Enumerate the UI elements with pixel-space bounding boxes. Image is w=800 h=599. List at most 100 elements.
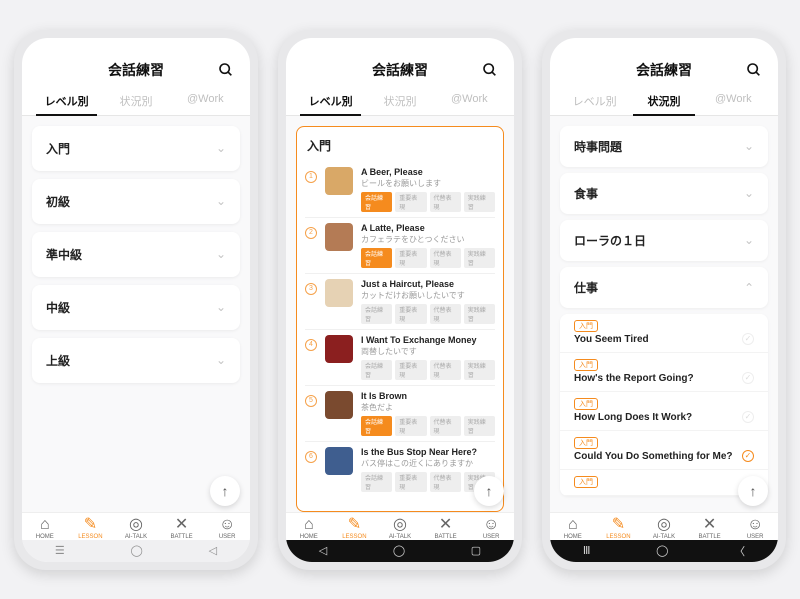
lesson-row[interactable]: 1A Beer, Pleaseビールをお願いします会話練習重要表現代替表現実践練… [305,162,495,217]
tab-level[interactable]: レベル別 [560,86,629,115]
phone-3: 会話練習 レベル別 状況別 @Work 時事問題⌄ 食事⌄ ローラの１日⌄ 仕事… [542,30,786,570]
home-nav-icon[interactable]: ◯ [393,544,405,557]
level-row[interactable]: 準中級⌄ [32,232,240,277]
lesson-number-badge: 4 [305,339,317,351]
nav-aitalk[interactable]: ◎AI-TALK [377,517,423,540]
user-icon: ☺ [747,517,763,533]
tag-alt-expr: 代替表現 [430,304,461,324]
android-nav-bar: ☰ ◯ ◁ [22,540,250,562]
level-row[interactable]: 中級⌄ [32,285,240,330]
tab-bar: レベル別 状況別 @Work [286,86,514,116]
home-nav-icon[interactable]: ◯ [131,544,143,557]
tag-alt-expr: 代替表現 [430,472,461,492]
nav-lesson[interactable]: ✎LESSON [332,517,378,540]
tab-work[interactable]: @Work [171,86,240,115]
search-icon[interactable] [216,60,236,80]
level-row[interactable]: 初級⌄ [32,179,240,224]
sub-level-badge: 入門 [574,320,598,332]
level-row[interactable]: 上級⌄ [32,338,240,383]
nav-user[interactable]: ☺USER [468,517,514,540]
level-label: 初級 [46,193,70,210]
tab-work[interactable]: @Work [699,86,768,115]
battle-icon: ✕ [175,517,188,533]
tag-key-expr: 重要表現 [395,360,426,380]
tab-level[interactable]: レベル別 [32,86,101,115]
search-icon[interactable] [744,60,764,80]
tab-situation[interactable]: 状況別 [101,86,170,115]
category-row-expanded[interactable]: 仕事⌄ [560,267,768,308]
lesson-subitem[interactable]: 入門How Long Does It Work?✓ [560,392,768,431]
android-nav-bar: ◁ ◯ ▢ [286,540,514,562]
search-icon[interactable] [480,60,500,80]
home-nav-icon[interactable]: ◯ [656,544,668,557]
recent-apps-icon[interactable]: Ⅲ [583,544,591,557]
lesson-tags: 会話練習重要表現代替表現実践練習 [361,416,495,436]
back-nav-icon[interactable]: ◁ [209,544,217,557]
battle-icon: ✕ [703,517,716,533]
nav-user[interactable]: ☺USER [204,517,250,540]
tag-conversation: 会話練習 [361,248,392,268]
lesson-subitem[interactable]: 入門 [560,470,768,496]
nav-home[interactable]: ⌂HOME [550,517,596,540]
nav-lesson[interactable]: ✎LESSON [596,517,642,540]
nav-aitalk[interactable]: ◎AI-TALK [113,517,159,540]
sub-title: How Long Does It Work? [574,412,692,423]
lesson-row[interactable]: 2A Latte, Pleaseカフェラテをひとつください会話練習重要表現代替表… [305,217,495,273]
nav-battle[interactable]: ✕BATTLE [423,517,469,540]
aitalk-icon: ◎ [657,517,671,533]
nav-battle[interactable]: ✕BATTLE [159,517,205,540]
recent-apps-icon[interactable]: ▢ [471,544,481,557]
phone-1: 会話練習 レベル別 状況別 @Work 入門⌄ 初級⌄ 準中級⌄ 中級⌄ 上級⌄… [14,30,258,570]
scroll-top-button[interactable]: ↑ [474,476,504,506]
app-header: 会話練習 [22,54,250,86]
tab-bar: レベル別 状況別 @Work [22,86,250,116]
lesson-row[interactable]: 6Is the Bus Stop Near Here?バス停はこの近くにあります… [305,441,495,497]
lesson-subitem[interactable]: 入門Could You Do Something for Me?✓ [560,431,768,470]
category-row[interactable]: 時事問題⌄ [560,126,768,167]
lesson-title-jp: 両替したいです [361,346,495,357]
nav-home[interactable]: ⌂HOME [22,517,68,540]
lesson-row[interactable]: 4I Want To Exchange Money両替したいです会話練習重要表現… [305,329,495,385]
recent-apps-icon[interactable]: ☰ [55,544,65,557]
lesson-icon: ✎ [612,517,625,533]
level-row[interactable]: 入門⌄ [32,126,240,171]
nav-user[interactable]: ☺USER [732,517,778,540]
lesson-row[interactable]: 5It Is Brown茶色だよ会話練習重要表現代替表現実践練習 [305,385,495,441]
sub-level-badge: 入門 [574,359,598,371]
android-nav-bar: Ⅲ ◯ 〈 [550,540,778,562]
nav-home[interactable]: ⌂HOME [286,517,332,540]
nav-battle[interactable]: ✕BATTLE [687,517,733,540]
content-area: 時事問題⌄ 食事⌄ ローラの１日⌄ 仕事⌄ 入門You Seem Tired✓入… [550,116,778,512]
tag-practice: 実践練習 [464,416,495,436]
lesson-title-en: A Beer, Please [361,167,495,177]
bottom-nav: ⌂HOME ✎LESSON ◎AI-TALK ✕BATTLE ☺USER [286,512,514,540]
home-icon: ⌂ [40,517,50,533]
lesson-thumbnail [325,335,353,363]
lesson-title-jp: ビールをお願いします [361,178,495,189]
lesson-panel: 入門 1A Beer, Pleaseビールをお願いします会話練習重要表現代替表現… [296,126,504,512]
chevron-down-icon: ⌄ [216,300,226,314]
lesson-icon: ✎ [348,517,361,533]
sub-title: You Seem Tired [574,334,649,345]
lesson-title-en: Is the Bus Stop Near Here? [361,447,495,457]
status-bar [22,38,250,54]
tab-situation[interactable]: 状況別 [629,86,698,115]
lesson-subitem[interactable]: 入門How's the Report Going?✓ [560,353,768,392]
lesson-subitem[interactable]: 入門You Seem Tired✓ [560,314,768,353]
back-nav-icon[interactable]: 〈 [734,543,745,559]
tab-situation[interactable]: 状況別 [365,86,434,115]
lesson-row[interactable]: 3Just a Haircut, Pleaseカットだけお願いしたいです会話練習… [305,273,495,329]
back-nav-icon[interactable]: ◁ [319,544,327,557]
lesson-tags: 会話練習重要表現代替表現実践練習 [361,304,495,324]
tab-work[interactable]: @Work [435,86,504,115]
category-row[interactable]: ローラの１日⌄ [560,220,768,261]
tab-level[interactable]: レベル別 [296,86,365,115]
scroll-top-button[interactable]: ↑ [210,476,240,506]
category-row[interactable]: 食事⌄ [560,173,768,214]
tag-conversation: 会話練習 [361,360,392,380]
nav-lesson[interactable]: ✎LESSON [68,517,114,540]
tag-alt-expr: 代替表現 [430,416,461,436]
sub-level-badge: 入門 [574,476,598,488]
scroll-top-button[interactable]: ↑ [738,476,768,506]
nav-aitalk[interactable]: ◎AI-TALK [641,517,687,540]
